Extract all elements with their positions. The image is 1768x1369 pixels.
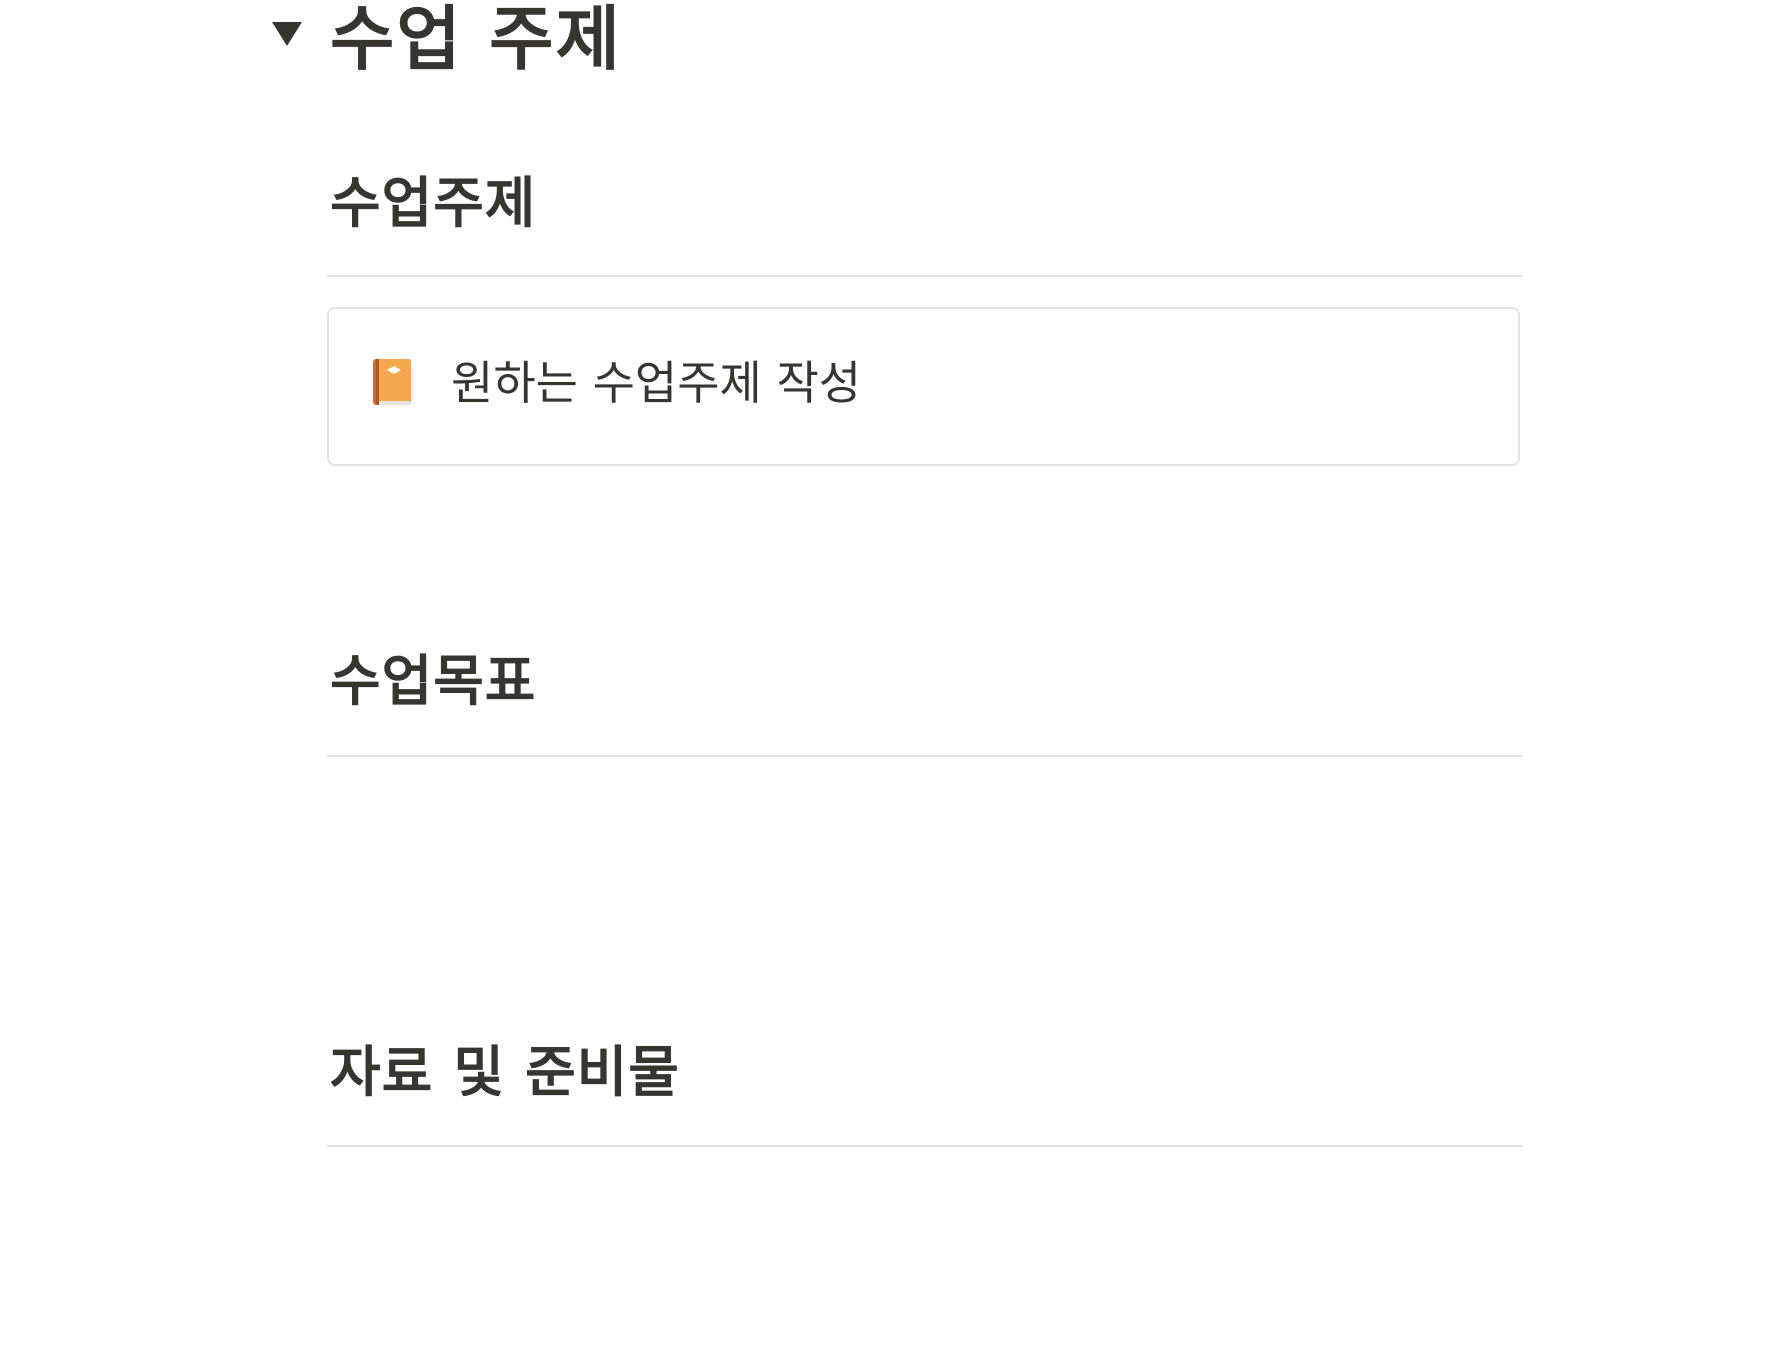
- goal-divider: [327, 755, 1522, 757]
- topic-divider: [327, 275, 1522, 277]
- topic-heading[interactable]: 수업주제: [330, 168, 536, 238]
- callout-text[interactable]: 원하는 수업주제 작성: [451, 353, 861, 413]
- orange-book-icon: [371, 357, 413, 407]
- toggle-arrow-icon[interactable]: [272, 22, 302, 46]
- toggle-title[interactable]: 수업 주제: [330, 0, 622, 84]
- topic-callout[interactable]: 원하는 수업주제 작성: [327, 307, 1520, 466]
- materials-divider: [327, 1145, 1522, 1147]
- goal-heading[interactable]: 수업목표: [330, 646, 536, 716]
- materials-heading[interactable]: 자료 및 준비물: [330, 1037, 680, 1107]
